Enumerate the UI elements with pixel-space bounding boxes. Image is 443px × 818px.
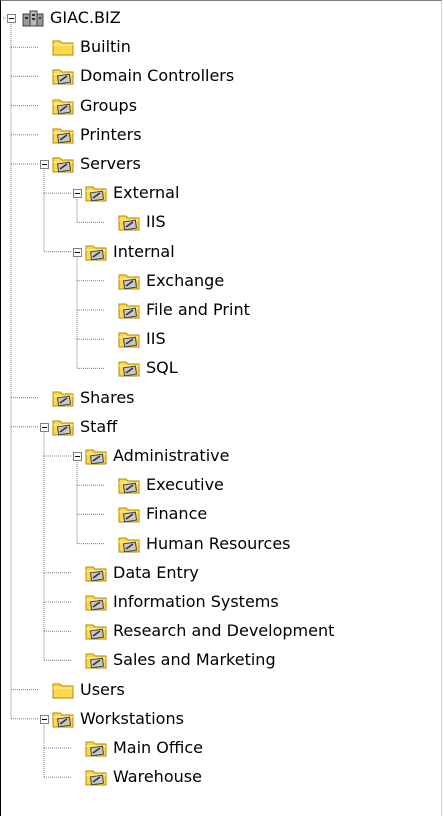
collapse-toggle-icon[interactable] — [73, 247, 82, 257]
collapse-toggle-icon[interactable] — [7, 14, 16, 23]
tree-node-label: Shares — [80, 387, 135, 407]
tree-node-label: Main Office — [113, 738, 203, 757]
ou-icon — [52, 125, 74, 145]
tree-node-domain-controllers[interactable]: Domain Controllers — [52, 64, 235, 88]
tree-node-label: Exchange — [146, 270, 225, 290]
tree-node-label: IIS — [146, 212, 166, 232]
ou-icon — [118, 534, 140, 554]
ou-icon — [118, 504, 140, 524]
tree-node-main-office[interactable]: Main Office — [85, 736, 204, 760]
ou-icon — [118, 358, 140, 378]
tree-node-label: Sales and Marketing — [113, 650, 276, 670]
folder-icon — [52, 37, 74, 57]
tree-node-iis[interactable]: IIS — [118, 210, 167, 234]
tree-node-exchange[interactable]: Exchange — [118, 269, 225, 293]
collapse-toggle-icon[interactable] — [73, 189, 82, 199]
tree-node-internal[interactable]: Internal — [85, 240, 176, 264]
ou-icon — [118, 300, 140, 320]
tree-node-staff[interactable]: Staff — [52, 415, 118, 439]
ou-icon — [118, 271, 140, 291]
tree-node-label: Human Resources — [146, 533, 291, 553]
ou-icon — [85, 621, 107, 641]
tree-node-file-and-print[interactable]: File and Print — [118, 298, 251, 322]
tree-node-label: Research and Development — [113, 621, 335, 641]
tree-node-sales-and-marketing[interactable]: Sales and Marketing — [85, 648, 277, 672]
tree-node-label: Printers — [80, 124, 142, 144]
tree-node-workstations[interactable]: Workstations — [52, 707, 185, 731]
ou-icon — [52, 66, 74, 86]
tree-node-groups[interactable]: Groups — [52, 94, 138, 118]
tree-node-label: Executive — [146, 475, 224, 495]
tree-node-label: SQL — [146, 358, 178, 378]
collapse-toggle-icon[interactable] — [40, 714, 49, 724]
tree-node-label: Builtin — [80, 37, 131, 57]
tree-node-label: External — [113, 183, 180, 203]
tree-node-external[interactable]: External — [85, 181, 180, 205]
tree-root-node[interactable]: GIAC.BIZ — [22, 6, 122, 30]
tree-node-shares[interactable]: Shares — [52, 386, 136, 410]
tree-node-printers[interactable]: Printers — [52, 123, 143, 147]
ou-icon — [52, 154, 74, 174]
ou-icon — [85, 592, 107, 612]
collapse-toggle-icon[interactable] — [40, 422, 49, 432]
tree-node-iis[interactable]: IIS — [118, 327, 167, 351]
tree-node-label: IIS — [146, 329, 166, 349]
tree-node-label: Finance — [146, 504, 208, 524]
ou-icon — [118, 212, 140, 232]
tree-node-label: Information Systems — [113, 592, 279, 611]
tree-node-servers[interactable]: Servers — [52, 152, 142, 176]
ou-icon — [85, 446, 107, 466]
tree-node-users[interactable]: Users — [52, 678, 126, 702]
tree-node-research-and-development[interactable]: Research and Development — [85, 619, 335, 643]
ou-icon — [52, 417, 74, 437]
tree-node-label: GIAC.BIZ — [50, 8, 121, 27]
ou-icon — [85, 738, 107, 758]
tree-node-label: Groups — [80, 95, 138, 115]
ou-icon — [85, 563, 107, 583]
tree-node-label: Warehouse — [113, 767, 202, 787]
ou-icon — [85, 767, 107, 787]
tree-node-label: Administrative — [113, 446, 230, 465]
tree-node-label: Workstations — [80, 708, 184, 728]
collapse-toggle-icon[interactable] — [40, 160, 49, 169]
ou-icon — [85, 242, 107, 262]
tree-node-label: Servers — [80, 154, 141, 173]
domain-icon — [22, 8, 44, 28]
ou-icon — [85, 183, 107, 203]
ou-icon — [118, 475, 140, 495]
tree-node-administrative[interactable]: Administrative — [85, 444, 230, 468]
tree-node-label: Domain Controllers — [80, 66, 235, 86]
tree-node-label: File and Print — [146, 300, 250, 319]
tree-node-sql[interactable]: SQL — [118, 356, 179, 380]
tree-node-builtin[interactable]: Builtin — [52, 35, 132, 59]
tree-node-label: Data Entry — [113, 562, 199, 582]
tree-node-data-entry[interactable]: Data Entry — [85, 561, 200, 585]
tree-node-label: Users — [80, 679, 125, 699]
tree-node-finance[interactable]: Finance — [118, 502, 208, 526]
tree-node-information-systems[interactable]: Information Systems — [85, 590, 280, 614]
folder-icon — [52, 680, 74, 700]
ou-icon — [52, 388, 74, 408]
ou-icon — [52, 709, 74, 729]
tree-node-executive[interactable]: Executive — [118, 473, 225, 497]
collapse-toggle-icon[interactable] — [73, 452, 82, 461]
ou-icon — [118, 329, 140, 349]
tree-node-label: Internal — [113, 241, 175, 261]
ou-icon — [85, 650, 107, 670]
ou-icon — [52, 96, 74, 116]
tree-node-label: Staff — [80, 416, 118, 436]
tree-view-panel: GIAC.BIZ Builtin Domain Controllers Grou… — [0, 0, 442, 816]
tree-node-human-resources[interactable]: Human Resources — [118, 532, 292, 556]
tree-node-warehouse[interactable]: Warehouse — [85, 765, 203, 789]
